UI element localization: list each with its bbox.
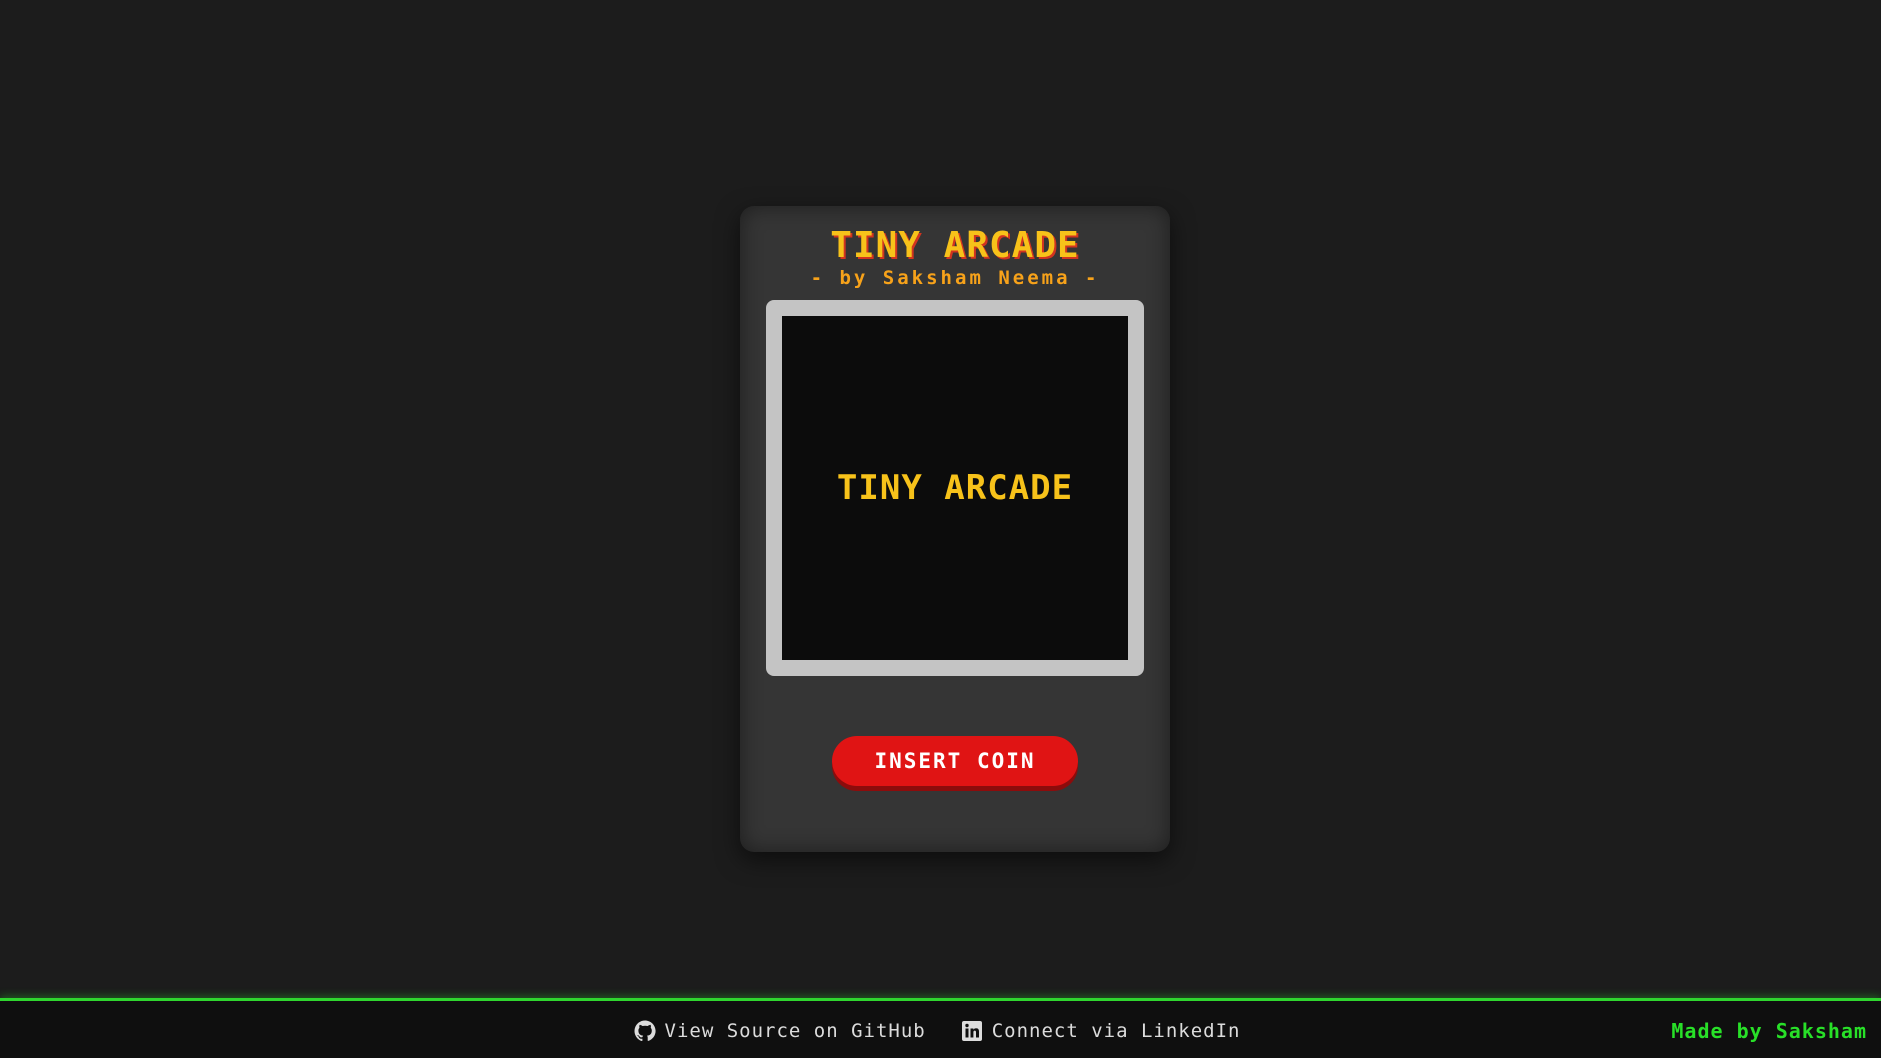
screen-frame: TINY ARCADE	[766, 300, 1144, 676]
game-screen[interactable]: TINY ARCADE	[782, 316, 1128, 660]
cabinet-subtitle: - by Saksham Neema -	[810, 267, 1100, 289]
made-by-credit: Made by Saksham	[1671, 1019, 1867, 1043]
screen-title: TINY ARCADE	[836, 468, 1074, 508]
insert-coin-button[interactable]: INSERT COIN	[832, 736, 1078, 786]
footer-links: View Source on GitHub Connect via Linked…	[0, 1001, 1881, 1058]
linkedin-icon	[961, 1021, 982, 1041]
page: TINY ARCADE - by Saksham Neema - TINY AR…	[0, 0, 1881, 1058]
arcade-cabinet: TINY ARCADE - by Saksham Neema - TINY AR…	[740, 206, 1170, 852]
footer: View Source on GitHub Connect via Linked…	[0, 998, 1881, 1058]
github-link[interactable]: View Source on GitHub	[633, 1019, 926, 1043]
github-link-label: View Source on GitHub	[664, 1020, 926, 1042]
linkedin-link-label: Connect via LinkedIn	[991, 1020, 1241, 1042]
github-icon	[634, 1020, 656, 1042]
cabinet-title: TINY ARCADE	[830, 225, 1080, 266]
linkedin-link[interactable]: Connect via LinkedIn	[960, 1019, 1241, 1043]
